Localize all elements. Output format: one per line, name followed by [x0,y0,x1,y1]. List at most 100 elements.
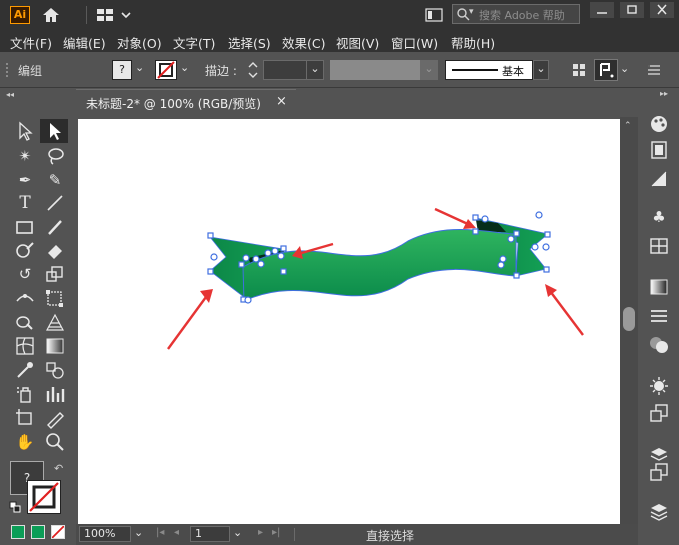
menu-effect[interactable]: 效果(C) [282,33,325,52]
stroke-swatch-button[interactable] [155,60,177,80]
menu-type[interactable]: 文字(T) [173,33,215,52]
grip-handle[interactable] [6,63,10,77]
pen-tool-icon[interactable]: ✒ [14,169,36,191]
profile-dropdown[interactable]: ⌄ [420,60,438,80]
perspective-grid-tool-icon[interactable] [44,311,66,333]
libraries-icon[interactable] [648,500,670,522]
align-icon[interactable] [572,63,586,77]
color-guide-icon[interactable] [648,139,670,161]
swatches-icon[interactable] [648,235,670,257]
panel-grip[interactable] [0,100,74,112]
gradient-panel-icon[interactable] [648,168,670,190]
swap-fill-stroke-icon[interactable]: ↶ [54,462,63,475]
zoom-tool-icon[interactable] [44,431,66,453]
isolate-group-button[interactable] [594,59,618,81]
next-artboard-icon[interactable]: ▸ [258,527,263,538]
none-mode-button[interactable] [51,525,65,539]
brush-name: 基本 [502,65,524,78]
ribbon-artwork[interactable] [78,119,620,524]
zoom-value: 100% [84,527,116,540]
panel-menu-icon[interactable] [648,64,660,76]
stroke-weight-dropdown[interactable]: ⌄ [306,60,324,80]
type-tool-icon[interactable]: T [14,192,36,214]
brush-definition[interactable]: 基本 [445,60,533,80]
stroke-weight-input[interactable] [263,60,307,80]
stroke-panel-icon[interactable] [648,305,670,327]
hand-tool-icon[interactable]: ✋ [14,431,36,453]
panel-collapse-icon[interactable]: ◂◂ [6,90,14,99]
symbol-sprayer-tool-icon[interactable] [14,383,36,405]
last-artboard-icon[interactable]: ▸| [272,527,280,538]
fill-chevron-icon[interactable]: ⌄ [135,61,144,74]
stroke-stepper[interactable] [245,60,261,80]
maximize-button[interactable] [620,2,644,18]
symbols-icon[interactable]: ♣ [648,206,670,228]
width-tool-icon[interactable] [14,287,36,309]
eraser-tool-icon[interactable] [44,239,66,261]
artboard-tool-icon[interactable] [14,407,36,429]
eyedropper-tool-icon[interactable] [14,359,36,381]
zoom-chevron-icon[interactable]: ⌄ [134,526,143,539]
transparency-icon[interactable] [648,334,670,356]
stroke-chevron-icon[interactable]: ⌄ [180,61,189,74]
fill-swatch-label: ? [119,63,125,76]
document-tab[interactable]: 未标题-2* @ 100% (RGB/预览) × [76,89,296,116]
color-mode-button[interactable] [11,525,25,539]
vertical-scrollbar[interactable]: ⌃ [620,117,638,524]
curvature-tool-icon[interactable]: ✎ [44,169,66,191]
first-artboard-icon[interactable]: |◂ [156,527,164,538]
free-transform-tool-icon[interactable] [44,287,66,309]
blend-tool-icon[interactable] [44,359,66,381]
document-tab-close-icon[interactable]: × [276,94,287,109]
home-icon[interactable] [41,5,61,25]
close-button[interactable] [650,2,674,18]
menu-help[interactable]: 帮助(H) [451,33,495,52]
artboard[interactable] [78,119,620,524]
shaper-tool-icon[interactable] [14,239,36,261]
minimize-button[interactable] [590,2,614,18]
graphic-styles-icon[interactable] [648,402,670,424]
lasso-tool-icon[interactable] [44,145,66,167]
artboards-icon[interactable] [648,461,670,483]
mesh-tool-icon[interactable] [14,335,36,357]
rectangle-tool-icon[interactable] [14,216,36,238]
scroll-up-icon[interactable]: ⌃ [624,121,632,131]
line-segment-tool-icon[interactable] [44,192,66,214]
menu-window[interactable]: 窗口(W) [391,33,438,52]
close-icon [657,4,667,15]
menu-view[interactable]: 视图(V) [336,33,379,52]
menu-object[interactable]: 对象(O) [117,33,162,52]
previous-artboard-icon[interactable]: ◂ [174,527,179,538]
default-colors-icon[interactable] [9,501,21,513]
slice-tool-icon[interactable] [44,407,66,429]
arrange-documents-icon[interactable] [425,8,443,22]
menu-select[interactable]: 选择(S) [228,33,271,52]
panel-collapse-icon[interactable]: ▸▸ [660,89,668,98]
menu-file[interactable]: 文件(F) [10,33,52,52]
artboard-number-field[interactable]: 1 [190,526,230,542]
gradient-tool-icon[interactable] [44,335,66,357]
variable-width-profile[interactable] [330,60,420,80]
layout-icon[interactable] [97,8,133,22]
artboard-chevron-icon[interactable]: ⌄ [233,526,242,539]
column-graph-tool-icon[interactable] [44,383,66,405]
scroll-thumb[interactable] [623,307,635,331]
isolate-chevron-icon[interactable]: ⌄ [620,62,629,75]
brush-dropdown[interactable]: ⌄ [533,60,549,80]
paintbrush-tool-icon[interactable] [44,216,66,238]
direct-selection-tool-icon[interactable] [40,119,68,143]
scale-tool-icon[interactable] [44,263,66,285]
menu-edit[interactable]: 编辑(E) [63,33,106,52]
rotate-tool-icon[interactable]: ↺ [14,263,36,285]
search-box[interactable]: ▾ 搜索 Adobe 帮助 [452,4,580,24]
magic-wand-tool-icon[interactable]: ✴ [14,145,36,167]
gradient-swatch-icon[interactable] [648,276,670,298]
stroke-color-box[interactable] [27,480,61,514]
color-palette-icon[interactable] [648,113,670,135]
appearance-icon[interactable] [648,375,670,397]
shape-builder-tool-icon[interactable] [14,311,36,333]
gradient-mode-button[interactable] [31,525,45,539]
fill-swatch-button[interactable]: ? [112,60,132,80]
zoom-field[interactable]: 100% [79,526,131,542]
selection-tool-icon[interactable] [14,120,36,142]
